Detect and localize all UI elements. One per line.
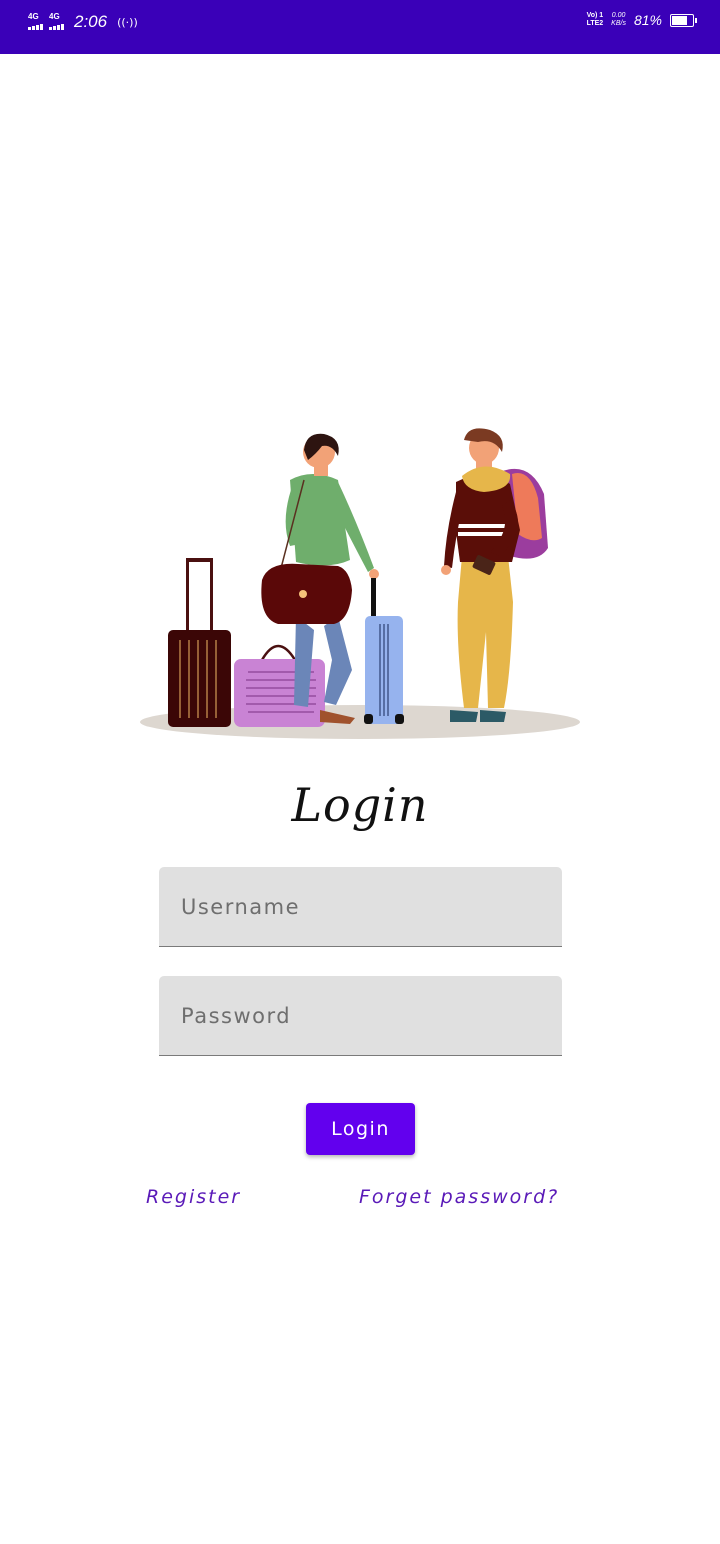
battery-icon (670, 13, 697, 27)
signal-icon: 4G (49, 12, 64, 30)
login-title: Login (291, 778, 429, 832)
battery-percent: 81% (633, 12, 662, 28)
signal-icon: 4G (28, 12, 43, 30)
volte-indicator: Vo) 1 LTE2 (586, 12, 604, 27)
clock: 2:06 (74, 12, 108, 31)
network-type-1: 4G (28, 12, 39, 21)
network-speed: 0.00 KB/s (611, 12, 626, 27)
network-type-2: 4G (49, 12, 60, 21)
status-right: Vo) 1 LTE2 0.00 KB/s 81% (586, 12, 697, 28)
username-field[interactable] (159, 867, 562, 947)
status-bar: 4G 4G 2:06 ((·)) Vo) 1 LTE2 0.00 KB/s 81… (0, 0, 720, 54)
register-link[interactable]: Register (146, 1186, 241, 1208)
password-field[interactable] (159, 976, 562, 1056)
username-input[interactable] (159, 867, 562, 946)
hotspot-icon: ((·)) (117, 15, 138, 29)
travelers-with-luggage-illustration (140, 428, 580, 739)
login-button[interactable]: Login (306, 1103, 415, 1155)
forget-password-link[interactable]: Forget password? (359, 1186, 559, 1208)
status-left: 4G 4G 2:06 ((·)) (28, 12, 138, 32)
password-input[interactable] (159, 976, 562, 1055)
